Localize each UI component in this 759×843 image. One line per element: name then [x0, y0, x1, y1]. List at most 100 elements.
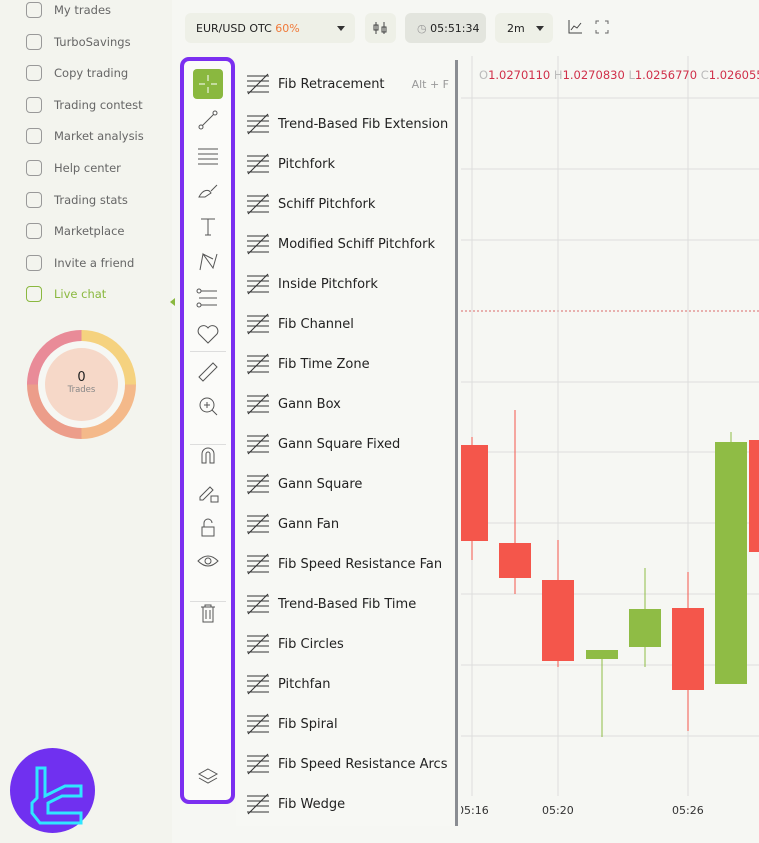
menu-item-label: Trend-Based Fib Time [278, 596, 417, 612]
menu-item-label: Fib Circles [278, 636, 344, 652]
menu-item-label: Gann Box [278, 396, 341, 412]
sidebar-item-copy-trading[interactable]: Copy trading [26, 65, 129, 82]
menu-item-schiff-pitchfork[interactable]: Schiff Pitchfork [244, 187, 449, 221]
menu-item-gann-box[interactable]: Gann Box [244, 387, 449, 421]
sidebar-item-market-analysis[interactable]: Market analysis [26, 128, 144, 145]
tool-magnet[interactable] [193, 441, 223, 471]
price-chart[interactable]: O1.0270110 H1.0270830 L1.0256770 C1.0260… [461, 56, 759, 826]
chevron-down-icon [536, 26, 544, 31]
menu-item-label: Fib Speed Resistance Arcs [278, 756, 448, 772]
drawing-toolbar [180, 57, 235, 804]
tool-prediction[interactable] [193, 283, 223, 313]
trades-donut: 0 Trades [27, 330, 136, 439]
menu-item-pitchfork[interactable]: Pitchfork [244, 147, 449, 181]
magnet-icon [201, 447, 215, 464]
pattern-icon [199, 252, 218, 271]
brush-icon [198, 184, 218, 198]
menu-item-fib-retracement[interactable]: Fib Retracement Alt + F [244, 67, 449, 101]
brand-logo [10, 748, 95, 833]
menu-item-label: Fib Wedge [278, 796, 346, 812]
fullscreen-icon[interactable] [594, 19, 610, 35]
favorites-icon [197, 325, 219, 344]
sidebar-item-label: Live chat [54, 287, 107, 302]
menu-item-fib-speed-resistance-arcs[interactable]: Fib Speed Resistance Arcs [244, 747, 449, 781]
menu-item-fib-channel[interactable]: Fib Channel [244, 307, 449, 341]
menu-item-gann-square[interactable]: Gann Square [244, 467, 449, 501]
sidebar-item-trading-contest[interactable]: Trading contest [26, 96, 143, 113]
menu-item-label: Fib Spiral [278, 716, 338, 732]
sidebar: My trades TurboSavings Copy trading Trading… [0, 0, 175, 843]
sidebar-item-label: Copy trading [54, 66, 129, 81]
sidebar-item-help-center[interactable]: Help center [26, 160, 121, 176]
menu-item-gann-square-fixed[interactable]: Gann Square Fixed [244, 427, 449, 461]
gear-icon [26, 223, 42, 240]
asset-name: EUR/USD OTC [196, 22, 272, 35]
sidebar-item-trading-stats[interactable]: Trading stats [26, 191, 128, 208]
tool-favorites[interactable] [193, 319, 223, 349]
menu-item-label: Fib Speed Resistance Fan [278, 556, 443, 572]
layers-icon [197, 768, 219, 784]
menu-item-gann-fan[interactable]: Gann Fan [244, 507, 449, 541]
menu-item-fib-time-zone[interactable]: Fib Time Zone [244, 347, 449, 381]
fib-icon [198, 148, 218, 165]
trades-label: Trades [67, 385, 96, 395]
payout-percent: 60% [275, 22, 300, 35]
tool-layers[interactable] [193, 761, 223, 791]
menu-item-trend-based-fib-time[interactable]: Trend-Based Fib Time [244, 587, 449, 621]
menu-item-fib-wedge[interactable]: Fib Wedge [244, 787, 449, 821]
sidebar-item-label: Market analysis [54, 129, 144, 144]
tool-hide[interactable] [193, 547, 223, 577]
fib-channel-icon [247, 313, 269, 335]
timeframe-value: 2m [507, 22, 525, 35]
trades-icon [26, 2, 42, 18]
menu-item-label: Gann Square Fixed [278, 436, 401, 452]
tool-ruler[interactable] [193, 357, 223, 387]
menu-item-fib-speed-resistance-fan[interactable]: Fib Speed Resistance Fan [244, 547, 449, 581]
tool-trend-line[interactable] [193, 105, 223, 135]
tool-pattern[interactable] [193, 247, 223, 277]
sidebar-item-marketplace[interactable]: Marketplace [26, 223, 124, 240]
sidebar-item-live-chat[interactable]: Live chat [26, 286, 107, 303]
toolbar-divider [190, 351, 226, 352]
candle-body-down [542, 580, 574, 661]
asset-selector[interactable]: EUR/USD OTC 60% [185, 13, 355, 43]
timeframe-selector[interactable]: 2m [495, 13, 553, 43]
sidebar-item-turbosavings[interactable]: TurboSavings [26, 33, 131, 50]
chart-type-button[interactable] [365, 13, 396, 43]
collapse-sidebar-icon[interactable] [170, 298, 175, 306]
menu-item-modified-schiff-pitchfork[interactable]: Modified Schiff Pitchfork [244, 227, 449, 261]
tool-brush[interactable] [193, 175, 223, 205]
menu-item-pitchfan[interactable]: Pitchfan [244, 667, 449, 701]
modified-schiff-pitchfork-icon [247, 233, 269, 255]
menu-item-inside-pitchfork[interactable]: Inside Pitchfork [244, 267, 449, 301]
menu-item-fib-circles[interactable]: Fib Circles [244, 627, 449, 661]
tool-zoom-in[interactable] [193, 391, 223, 421]
tool-unlock[interactable] [193, 513, 223, 543]
indicators-icon[interactable] [567, 19, 583, 35]
candle-body-down [672, 608, 704, 690]
x-axis-label: 05:20 [542, 804, 574, 817]
lock-drawing-icon [199, 486, 219, 503]
info-icon [26, 160, 42, 176]
bar-chart-icon [26, 191, 42, 208]
zoom-in-icon [199, 397, 218, 416]
tool-crosshair[interactable] [193, 69, 223, 99]
menu-item-label: Pitchfan [278, 676, 331, 692]
menu-item-label: Schiff Pitchfork [278, 196, 376, 212]
candle-body-up [629, 609, 661, 647]
tool-lock-drawing[interactable] [193, 477, 223, 507]
tool-delete[interactable] [193, 598, 223, 628]
sidebar-item-invite-a-friend[interactable]: Invite a friend [26, 254, 134, 271]
tool-text[interactable] [193, 212, 223, 242]
menu-item-label: Fib Time Zone [278, 356, 370, 372]
chart-topbar: EUR/USD OTC 60% ◷ 05:51:34 2m [172, 0, 759, 56]
sidebar-item-label: Trading stats [54, 192, 128, 207]
menu-item-fib-spiral[interactable]: Fib Spiral [244, 707, 449, 741]
tool-fib[interactable] [193, 141, 223, 171]
menu-item-label: Inside Pitchfork [278, 276, 378, 292]
trend-line-icon [198, 110, 218, 130]
menu-item-trend-based-fib-extension[interactable]: Trend-Based Fib Extension [244, 107, 449, 141]
candle-body-down [749, 440, 759, 552]
timer-button[interactable]: ◷ 05:51:34 [405, 13, 486, 43]
sidebar-item-my-trades[interactable]: My trades [26, 2, 111, 18]
